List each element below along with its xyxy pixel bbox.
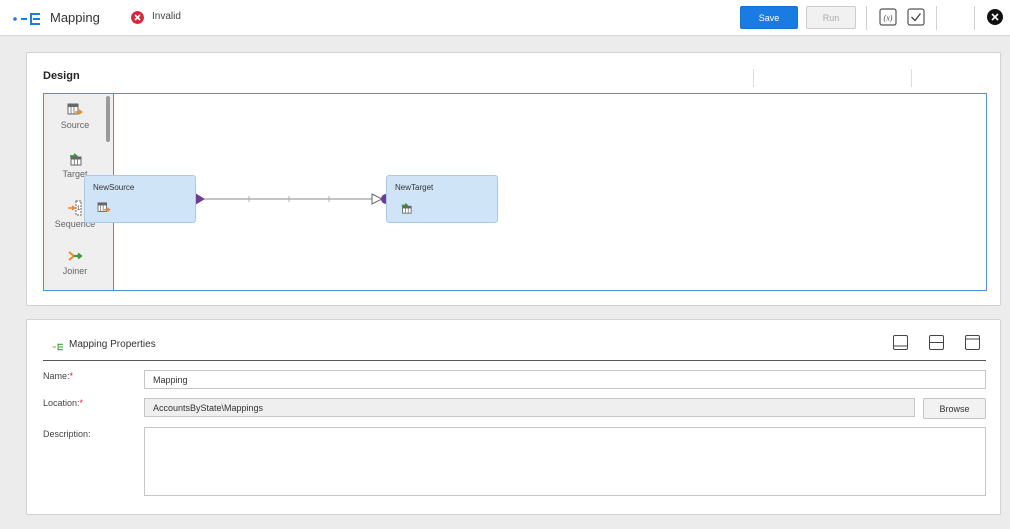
design-panel: Design Source Target 1 Sequence Joiner N… xyxy=(26,52,1001,306)
toolbar-divider xyxy=(974,6,975,30)
name-label: Name:* xyxy=(43,371,74,381)
split-view-icon[interactable] xyxy=(929,335,944,350)
design-divider xyxy=(911,69,912,87)
description-label: Description: xyxy=(43,429,91,439)
properties-title: Mapping Properties xyxy=(69,339,156,350)
target-node[interactable]: NewTarget xyxy=(386,175,498,223)
validate-icon[interactable] xyxy=(907,8,925,26)
node-label: NewTarget xyxy=(395,183,434,192)
toolbar-divider xyxy=(936,6,937,30)
mapping-icon xyxy=(13,13,40,25)
required-mark: * xyxy=(79,398,84,408)
properties-panel: Mapping Properties Name:* Mapping Locati… xyxy=(26,319,1001,515)
location-label: Location:* xyxy=(43,398,84,408)
invalid-status-icon xyxy=(131,11,144,24)
name-field[interactable]: Mapping xyxy=(144,370,986,389)
mapping-icon xyxy=(52,343,63,351)
design-divider xyxy=(753,69,754,87)
target-icon xyxy=(401,203,412,214)
design-title: Design xyxy=(43,70,80,82)
location-field[interactable]: AccountsByState\Mappings xyxy=(144,398,915,417)
dock-bottom-icon[interactable] xyxy=(893,335,908,350)
browse-button[interactable]: Browse xyxy=(923,398,986,419)
properties-header: Mapping Properties xyxy=(43,335,986,361)
svg-text:(x): (x) xyxy=(884,14,893,23)
source-icon xyxy=(97,202,111,212)
toolbar-divider xyxy=(866,6,867,30)
required-mark: * xyxy=(69,371,74,381)
save-button[interactable]: Save xyxy=(740,6,798,29)
top-toolbar: Mapping Invalid Save Run (x) xyxy=(0,0,1010,36)
maximize-panel-icon[interactable] xyxy=(965,335,980,350)
expression-icon[interactable]: (x) xyxy=(879,8,897,26)
close-icon[interactable] xyxy=(987,9,1003,25)
app-title: Mapping xyxy=(50,10,100,25)
source-node[interactable]: NewSource xyxy=(84,175,196,223)
output-port[interactable] xyxy=(195,193,205,205)
description-field[interactable] xyxy=(144,427,986,496)
node-label: NewSource xyxy=(93,183,135,192)
mapping-canvas[interactable]: Source Target 1 Sequence Joiner NewSourc… xyxy=(43,93,987,291)
run-button[interactable]: Run xyxy=(806,6,856,29)
status-text: Invalid xyxy=(152,11,181,22)
